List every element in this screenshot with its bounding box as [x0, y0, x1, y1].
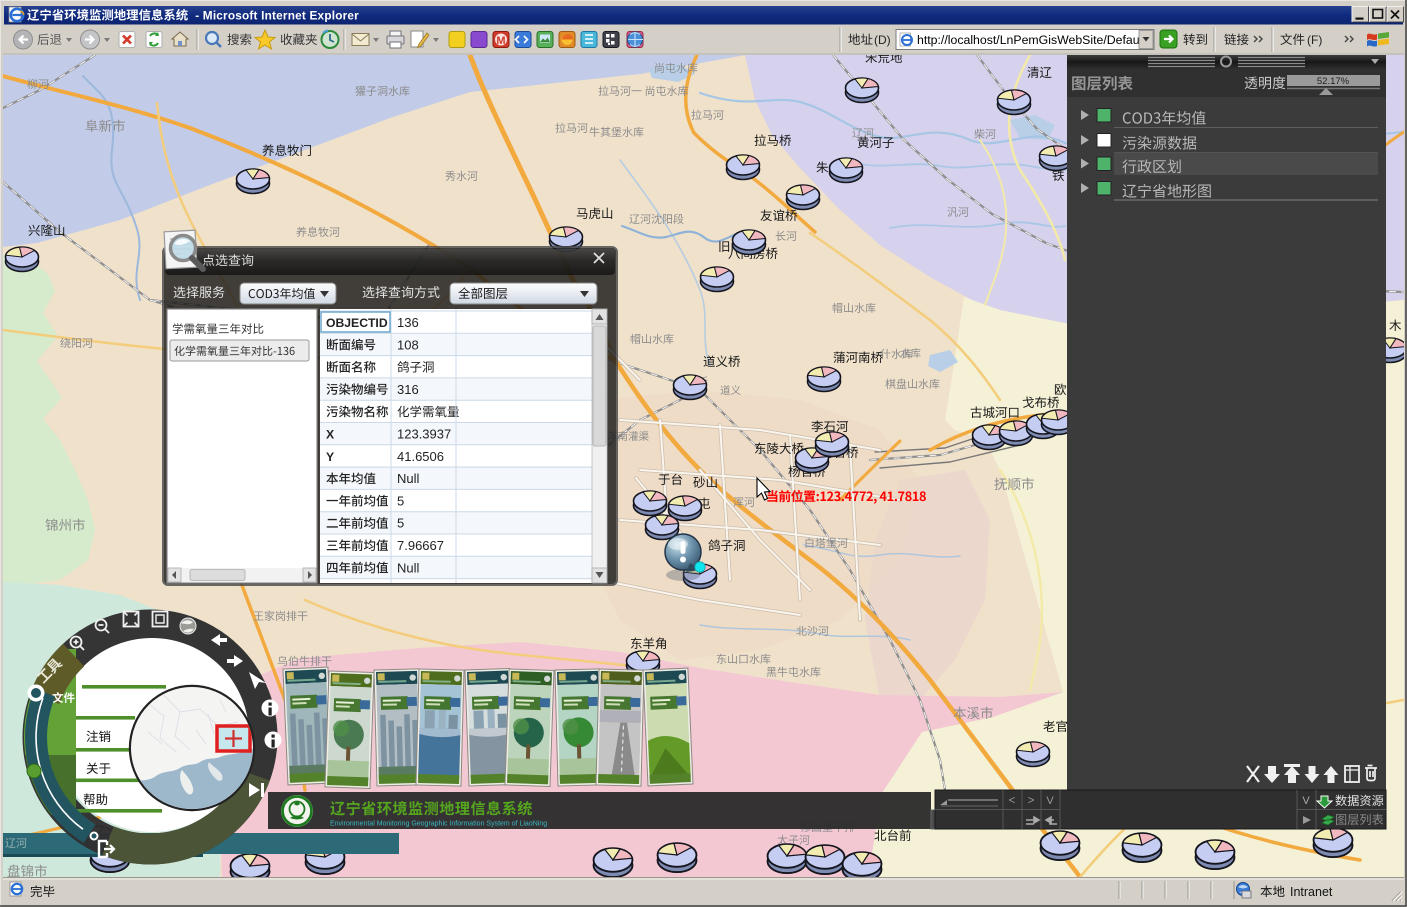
svg-text:123.3937: 123.3937 [397, 427, 451, 442]
svg-text:41.6506: 41.6506 [397, 449, 444, 464]
svg-text:<: < [1009, 795, 1016, 807]
svg-text:Environmental Monitoring Geogr: Environmental Monitoring Geographic Info… [330, 821, 547, 828]
svg-text:7.96667: 7.96667 [397, 538, 444, 553]
svg-text:136: 136 [397, 315, 419, 330]
svg-text:M: M [496, 35, 505, 47]
svg-text:>: > [1028, 795, 1035, 807]
svg-text:V: V [1046, 795, 1054, 807]
svg-text:5: 5 [397, 493, 404, 508]
svg-text:V: V [1302, 795, 1310, 807]
svg-text:Y: Y [326, 450, 334, 464]
svg-text:http://localhost/LnPemGisWebSi: http://localhost/LnPemGisWebSite/Defau [917, 33, 1140, 47]
svg-text:X: X [326, 428, 335, 442]
svg-text:108: 108 [397, 337, 419, 352]
svg-text:- Microsoft Internet Explorer: - Microsoft Internet Explorer [195, 9, 359, 23]
svg-text:Null: Null [397, 560, 420, 575]
svg-text:OBJECTID: OBJECTID [326, 316, 388, 330]
svg-text:5: 5 [397, 516, 404, 531]
svg-text:316: 316 [397, 382, 419, 397]
svg-text:Null: Null [397, 471, 420, 486]
svg-text:52.17%: 52.17% [1317, 76, 1350, 87]
svg-text:(D): (D) [874, 33, 891, 47]
svg-text:(F): (F) [1307, 33, 1322, 47]
svg-text:Intranet: Intranet [1290, 885, 1333, 899]
